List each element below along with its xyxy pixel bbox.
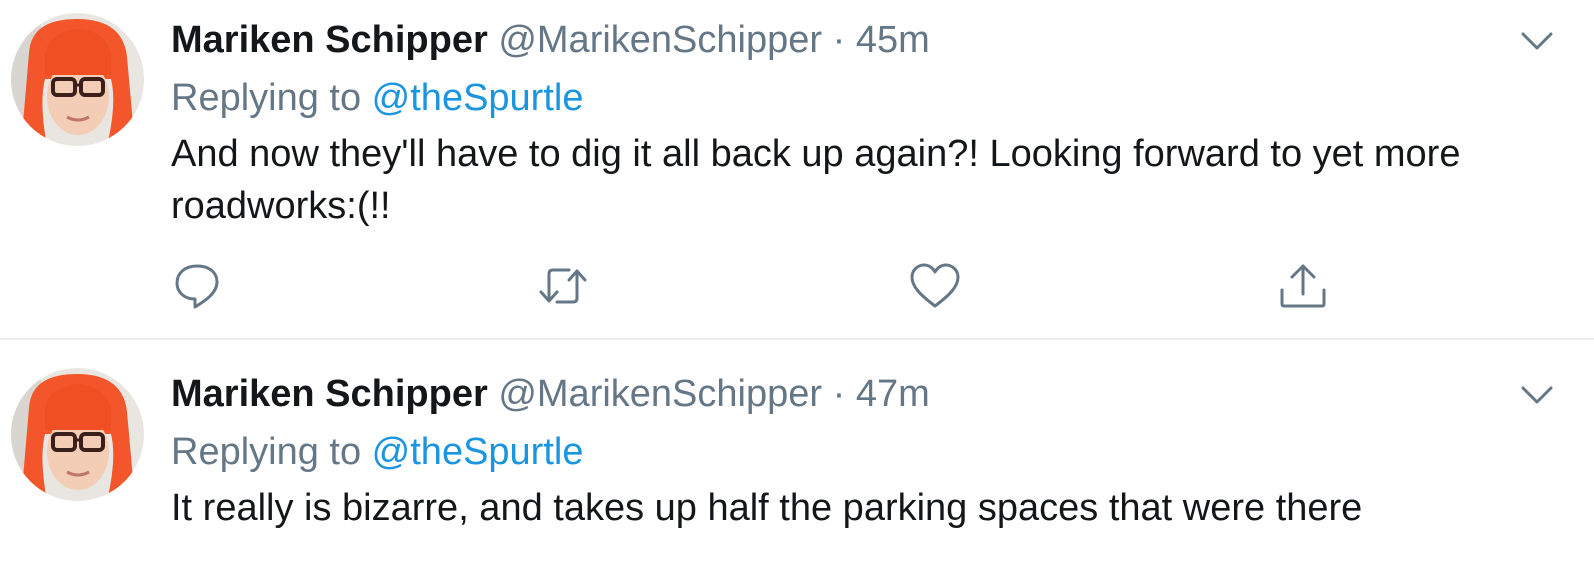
retweet-icon (539, 268, 587, 304)
tweet-text: It really is bizarre, and takes up half … (171, 487, 1363, 529)
author-name[interactable]: Mariken Schipper (171, 373, 488, 415)
separator-dot: · (832, 19, 846, 61)
author-name[interactable]: Mariken Schipper (171, 19, 488, 61)
timestamp[interactable]: 47m (856, 373, 930, 415)
avatar[interactable] (11, 368, 144, 501)
mention-link[interactable]: @theSpurtle (372, 77, 584, 119)
like-button[interactable] (909, 262, 961, 310)
avatar-photo (11, 368, 144, 501)
reply-icon (175, 264, 219, 309)
mention-link[interactable]: @theSpurtle (372, 431, 584, 473)
tweet-header: Mariken Schipper @MarikenSchipper · 47m (171, 368, 930, 420)
replying-to-label: Replying to (171, 77, 372, 119)
reply-button[interactable] (173, 262, 225, 310)
retweet-button[interactable] (537, 262, 589, 310)
avatar-photo (11, 13, 144, 146)
chevron-down-icon[interactable] (1520, 24, 1554, 58)
timestamp[interactable]: 45m (856, 19, 930, 61)
replying-to-label: Replying to (171, 431, 372, 473)
author-handle[interactable]: @MarikenSchipper (498, 373, 822, 415)
tweet[interactable]: Mariken Schipper @MarikenSchipper · 45m … (0, 0, 1594, 338)
like-icon (910, 263, 960, 308)
tweet[interactable]: Mariken Schipper @MarikenSchipper · 47m … (0, 340, 1594, 574)
tweet-text: And now they'll have to dig it all back … (171, 133, 1461, 227)
avatar[interactable] (11, 13, 144, 146)
replying-to: Replying to @theSpurtle (171, 72, 583, 124)
share-icon (1280, 264, 1326, 308)
share-button[interactable] (1277, 262, 1329, 310)
tweet-header: Mariken Schipper @MarikenSchipper · 45m (171, 14, 930, 66)
chevron-down-icon[interactable] (1520, 378, 1554, 412)
separator-dot: · (832, 373, 846, 415)
replying-to: Replying to @theSpurtle (171, 426, 583, 478)
tweet-actions (171, 262, 1371, 310)
author-handle[interactable]: @MarikenSchipper (498, 19, 822, 61)
